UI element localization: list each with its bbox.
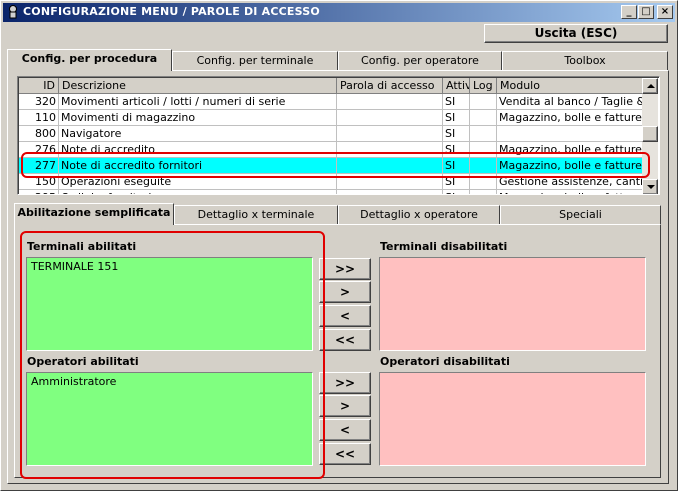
cell-log[interactable] xyxy=(470,126,497,142)
scroll-down-button[interactable] xyxy=(642,179,658,194)
exit-button[interactable]: Uscita (ESC) xyxy=(484,24,668,43)
operatori-disabilitati-label: Operatori disabilitati xyxy=(380,355,510,368)
terminali-disabilitati-list[interactable] xyxy=(379,257,646,351)
cell-parola[interactable] xyxy=(337,94,443,110)
move-operator-left-button[interactable]: < xyxy=(319,419,371,441)
cell-modulo[interactable]: Magazzino, bolle e fatture xyxy=(497,110,643,126)
cell-descrizione[interactable]: Ordini a fornitori xyxy=(59,190,337,194)
cell-modulo[interactable]: Vendita al banco / Taglie & C xyxy=(497,94,643,110)
scroll-up-button[interactable] xyxy=(642,78,658,94)
cell-parola[interactable] xyxy=(337,126,443,142)
move-terminal-right-button[interactable]: > xyxy=(319,281,371,303)
cell-descrizione[interactable]: Movimenti articoli / lotti / numeri di s… xyxy=(59,94,337,110)
cell-modulo[interactable] xyxy=(497,126,643,142)
tab-speciali[interactable]: Speciali xyxy=(500,205,661,225)
selected-row-highlight xyxy=(21,152,650,178)
enabled-lists-highlight xyxy=(20,231,325,479)
cell-parola[interactable] xyxy=(337,190,443,194)
table-row[interactable]: 800 Navigatore SI xyxy=(19,126,643,142)
cell-log[interactable] xyxy=(470,94,497,110)
app-icon xyxy=(9,5,17,19)
column-header-descrizione[interactable]: Descrizione xyxy=(59,78,337,94)
table-row[interactable]: 295Ordini a fornitori SI Magazzino, bolle … xyxy=(19,190,643,194)
window-title: CONFIGURAZIONE MENU / PAROLE DI ACCESSO xyxy=(23,5,320,18)
cell-log[interactable] xyxy=(470,110,497,126)
column-header-attiv[interactable]: Attiv xyxy=(443,78,470,94)
cell-id[interactable]: 295 xyxy=(19,190,59,194)
tab-dettaglio-operatore[interactable]: Dettaglio x operatore xyxy=(338,205,500,225)
scroll-thumb[interactable] xyxy=(642,126,658,142)
arrow-up-icon xyxy=(647,84,655,88)
tab-abilitazione-semplificata[interactable]: Abilitazione semplificata xyxy=(14,203,174,225)
tab-config-operatore[interactable]: Config. per operatore xyxy=(338,51,502,71)
terminali-disabilitati-label: Terminali disabilitati xyxy=(380,240,508,253)
close-button[interactable]: × xyxy=(657,5,673,19)
move-terminal-left-button[interactable]: < xyxy=(319,305,371,327)
cell-descrizione[interactable]: Navigatore xyxy=(59,126,337,142)
title-bar[interactable]: CONFIGURAZIONE MENU / PAROLE DI ACCESSO xyxy=(3,3,675,22)
cell-attiv[interactable]: SI xyxy=(443,110,470,126)
column-header-modulo[interactable]: Modulo xyxy=(497,78,643,94)
tab-dettaglio-terminale[interactable]: Dettaglio x terminale xyxy=(174,205,338,225)
cell-modulo[interactable]: Magazzino, bolle e fatture xyxy=(497,190,643,194)
minimize-button[interactable]: _ xyxy=(621,5,637,19)
move-all-terminals-left-button[interactable]: << xyxy=(319,329,371,351)
move-operator-right-button[interactable]: > xyxy=(319,395,371,417)
move-all-terminals-right-button[interactable]: >> xyxy=(319,258,371,280)
table-row[interactable]: 110 Movimenti di magazzino SI Magazzino, bo… xyxy=(19,110,643,126)
tab-config-procedura[interactable]: Config. per procedura xyxy=(7,49,172,71)
move-all-operators-right-button[interactable]: >> xyxy=(319,372,371,394)
cell-attiv[interactable]: SI xyxy=(443,126,470,142)
tab-toolbox[interactable]: Toolbox xyxy=(502,51,668,71)
cell-attiv[interactable]: SI xyxy=(443,94,470,110)
operatori-disabilitati-list[interactable] xyxy=(379,372,646,466)
tab-config-terminale[interactable]: Config. per terminale xyxy=(172,51,338,71)
cell-log[interactable] xyxy=(470,190,497,194)
arrow-down-icon xyxy=(647,185,655,189)
cell-id[interactable]: 800 xyxy=(19,126,59,142)
cell-id[interactable]: 110 xyxy=(19,110,59,126)
column-header-id[interactable]: ID xyxy=(19,78,59,94)
cell-id[interactable]: 320 xyxy=(19,94,59,110)
move-all-operators-left-button[interactable]: << xyxy=(319,443,371,465)
cell-parola[interactable] xyxy=(337,110,443,126)
table-row[interactable]: 320 Movimenti articoli / lotti / numeri d… xyxy=(19,94,643,110)
maximize-button[interactable]: □ xyxy=(638,5,654,19)
column-header-parola[interactable]: Parola di accesso xyxy=(337,78,443,94)
cell-attiv[interactable]: SI xyxy=(443,190,470,194)
column-header-log[interactable]: Log xyxy=(470,78,497,94)
cell-descrizione[interactable]: Movimenti di magazzino xyxy=(59,110,337,126)
